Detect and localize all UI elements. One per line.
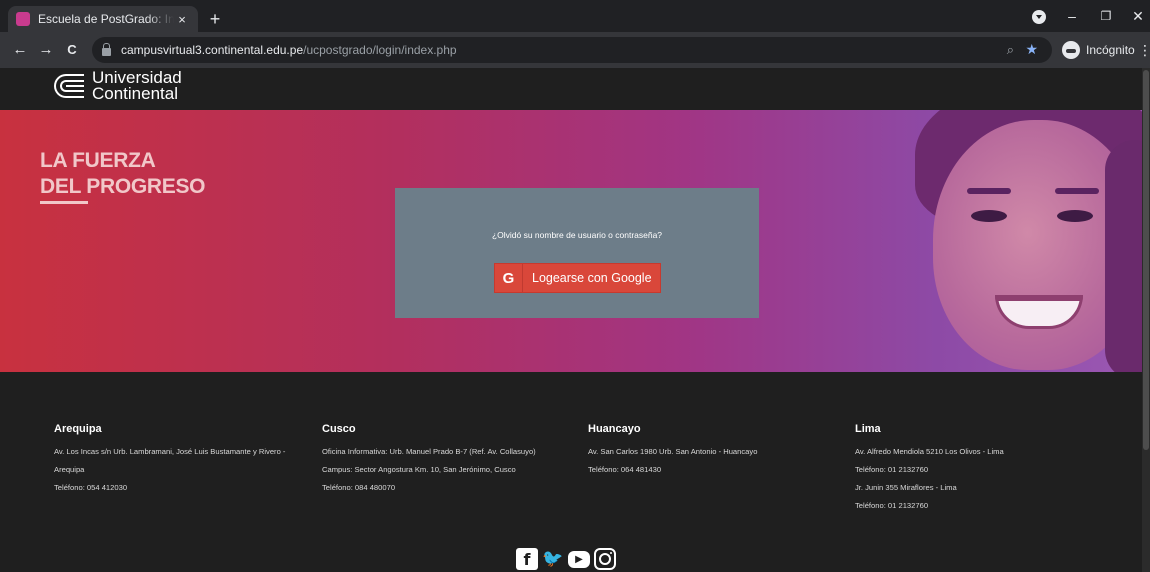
right-eye — [1057, 210, 1093, 222]
tab-title: Escuela de PostGrado: Iniciar sesi — [38, 12, 174, 26]
office-lima: Lima Av. Alfredo Mendiola 5210 Los Olivo… — [855, 422, 1004, 515]
incognito-label: Incógnito — [1086, 43, 1135, 57]
office-title: Cusco — [322, 423, 356, 435]
bookmark-star-icon[interactable]: ★ — [1025, 41, 1038, 58]
zoom-icon[interactable]: ⌕ — [1007, 42, 1014, 58]
office-line: Oficina Informativa: Urb. Manuel Prado B… — [322, 447, 536, 456]
url-path: /ucpostgrado/login/index.php — [303, 43, 457, 57]
logo-text: Universidad Continental — [92, 69, 182, 103]
url-host: campusvirtual3.continental.edu.pe — [121, 43, 304, 57]
facebook-icon[interactable]: f — [516, 548, 538, 570]
site-footer: Arequipa Av. Los Incas s/n Urb. Lambrama… — [0, 372, 1142, 572]
office-line: Av. San Carlos 1980 Urb. San Antonio - H… — [588, 447, 758, 456]
hero-banner: LA FUERZA DEL PROGRESO ¿Olvidó su nombre… — [0, 110, 1142, 372]
left-eye — [971, 210, 1007, 222]
logo-mark-icon — [52, 72, 86, 100]
tab-close-icon[interactable]: × — [174, 12, 190, 27]
right-brow — [1055, 188, 1099, 194]
youtube-icon[interactable]: ▶ — [568, 550, 590, 568]
office-line: Jr. Junin 355 Miraflores - Lima — [855, 483, 957, 492]
lock-icon — [102, 42, 111, 56]
hero-slogan: LA FUERZA DEL PROGRESO — [40, 148, 206, 200]
incognito-icon — [1062, 41, 1080, 59]
browser-toolbar: ← → C campusvirtual3.continental.edu.pe /… — [0, 32, 1150, 68]
forgot-password-link[interactable]: ¿Olvidó su nombre de usuario o contraseñ… — [395, 230, 759, 240]
left-brow — [967, 188, 1011, 194]
social-links: f 🐦 ▶ — [516, 548, 616, 570]
office-line: Teléfono: 01 2132760 — [855, 501, 929, 510]
office-title: Arequipa — [54, 423, 102, 435]
office-title: Huancayo — [588, 423, 641, 435]
logo-line-2: Continental — [92, 84, 179, 103]
office-line: Campus: Sector Angostura Km. 10, San Jer… — [322, 465, 516, 474]
office-title: Lima — [855, 423, 881, 435]
office-line: Teléfono: 054 412030 — [54, 483, 128, 492]
login-card: ¿Olvidó su nombre de usuario o contraseñ… — [395, 188, 759, 318]
university-logo[interactable]: Universidad Continental — [52, 69, 182, 103]
reload-button[interactable]: C — [62, 40, 82, 60]
slogan-underline — [40, 201, 88, 204]
site-header: Universidad Continental — [0, 68, 1142, 110]
slogan-line-2: DEL PROGRESO — [40, 175, 206, 198]
office-line: Teléfono: 084 480070 — [322, 483, 396, 492]
office-line: Arequipa — [54, 465, 85, 474]
office-line: Av. Los Incas s/n Urb. Lambramani, José … — [54, 447, 286, 456]
page-scrollbar[interactable] — [1142, 68, 1150, 572]
web-page: Universidad Continental LA FUERZA DEL PR… — [0, 68, 1142, 572]
close-window-button[interactable]: ✕ — [1128, 6, 1148, 26]
office-line: Teléfono: 01 2132760 — [855, 465, 929, 474]
office-huancayo: Huancayo Av. San Carlos 1980 Urb. San An… — [588, 422, 757, 479]
browser-tab[interactable]: Escuela de PostGrado: Iniciar sesi × — [8, 6, 198, 32]
instagram-icon[interactable] — [594, 548, 616, 570]
hair-side-shape — [1105, 140, 1142, 372]
back-button[interactable]: ← — [10, 40, 30, 60]
browser-tab-strip: Escuela de PostGrado: Iniciar sesi × + –… — [0, 0, 1150, 32]
twitter-icon[interactable]: 🐦 — [542, 548, 564, 570]
address-bar[interactable]: campusvirtual3.continental.edu.pe/ucpost… — [92, 37, 1052, 63]
office-line: Av. Alfredo Mendiola 5210 Los Olivos - L… — [855, 447, 1004, 456]
slogan-line-1: LA FUERZA — [40, 149, 156, 172]
forward-button[interactable]: → — [36, 40, 56, 60]
new-tab-button[interactable]: + — [204, 8, 226, 30]
hero-woman-photo — [905, 110, 1142, 372]
maximize-button[interactable]: ❐ — [1096, 6, 1116, 26]
tab-search-icon[interactable] — [1032, 10, 1046, 24]
google-icon: G — [495, 264, 523, 292]
site-favicon-icon — [16, 12, 30, 26]
google-login-button[interactable]: G Logearse con Google — [494, 263, 661, 293]
scrollbar-thumb[interactable] — [1143, 70, 1149, 450]
office-cusco: Cusco Oficina Informativa: Urb. Manuel P… — [322, 422, 536, 497]
office-arequipa: Arequipa Av. Los Incas s/n Urb. Lambrama… — [54, 422, 285, 497]
office-line: Teléfono: 064 481430 — [588, 465, 662, 474]
google-login-label: Logearse con Google — [532, 271, 652, 285]
incognito-indicator[interactable]: Incógnito — [1062, 39, 1135, 61]
browser-menu-icon[interactable]: ⋮ — [1138, 40, 1150, 60]
minimize-button[interactable]: – — [1062, 6, 1082, 26]
